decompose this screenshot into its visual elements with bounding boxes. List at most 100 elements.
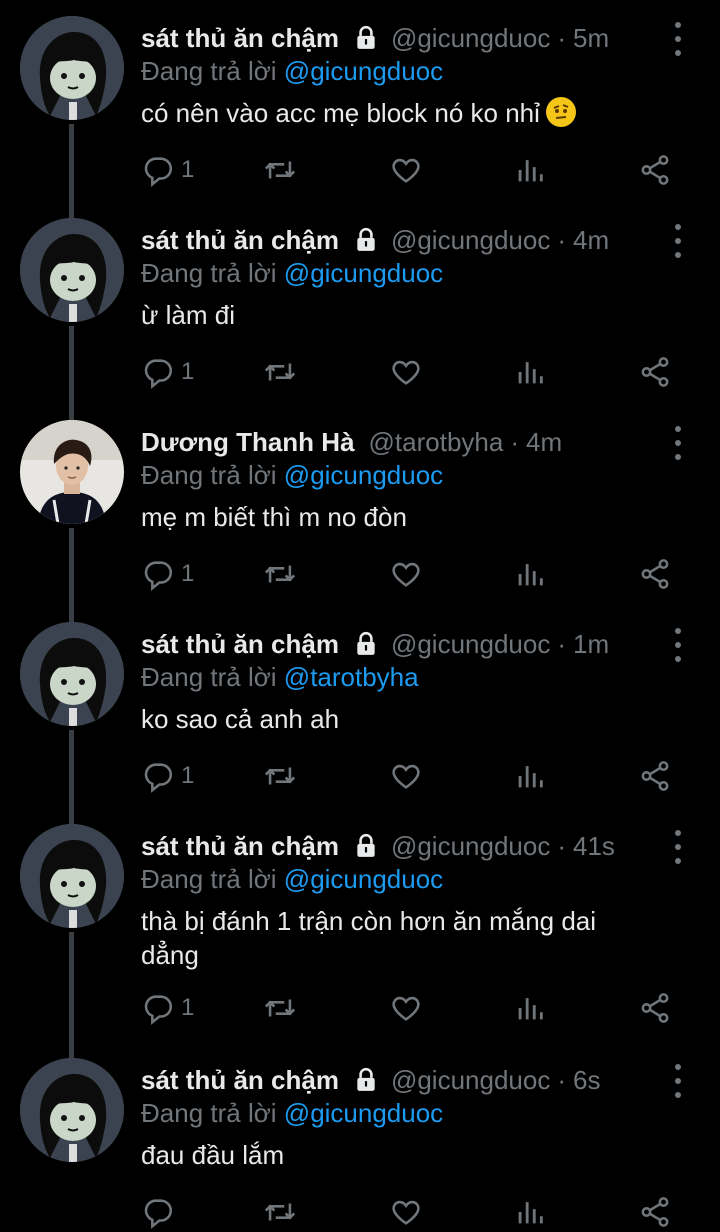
like-icon xyxy=(392,360,420,385)
timestamp[interactable]: 41s xyxy=(573,831,615,862)
handle[interactable]: @gicungduoc xyxy=(391,225,550,256)
reply-button[interactable] xyxy=(141,1192,181,1232)
analytics-button[interactable] xyxy=(513,988,547,1028)
mention-link[interactable]: @gicungduoc xyxy=(284,864,443,894)
analytics-button[interactable] xyxy=(513,150,547,190)
share-button[interactable] xyxy=(638,352,672,392)
replying-prefix: Đang trả lời xyxy=(141,662,277,692)
share-button[interactable] xyxy=(638,150,672,190)
display-name[interactable]: sát thủ ăn chậm xyxy=(141,1065,339,1096)
more-icon[interactable] xyxy=(664,830,692,864)
mention-link[interactable]: @gicungduoc xyxy=(284,460,443,490)
display-name[interactable]: sát thủ ăn chậm xyxy=(141,831,339,862)
analytics-button[interactable] xyxy=(513,1192,547,1232)
share-icon xyxy=(641,993,669,1023)
display-name[interactable]: Dương Thanh Hà xyxy=(141,427,355,458)
share-icon xyxy=(641,559,669,589)
tweet-actions: 1 xyxy=(141,352,686,392)
more-icon[interactable] xyxy=(664,1064,692,1098)
lock-icon xyxy=(357,631,375,655)
tweet[interactable]: sát thủ ăn chậm @gicungduoc · 6s Đang tr… xyxy=(0,1058,720,1232)
analytics-icon xyxy=(518,766,543,788)
tweet[interactable]: sát thủ ăn chậm @gicungduoc · 5m Đang tr… xyxy=(0,16,720,220)
retweet-button[interactable] xyxy=(263,554,297,594)
display-name[interactable]: sát thủ ăn chậm xyxy=(141,23,339,54)
reply-button[interactable]: 1 xyxy=(141,756,194,796)
analytics-icon xyxy=(518,362,543,384)
share-icon xyxy=(641,761,669,791)
like-button[interactable] xyxy=(389,756,423,796)
timestamp[interactable]: 5m xyxy=(573,23,609,54)
tweet[interactable]: sát thủ ăn chậm @gicungduoc · 41s Đang t… xyxy=(0,824,720,1062)
thread-line xyxy=(69,932,74,1062)
avatar-cartoon-image xyxy=(20,1058,124,1162)
tweet[interactable]: sát thủ ăn chậm @gicungduoc · 1m Đang tr… xyxy=(0,622,720,826)
analytics-button[interactable] xyxy=(513,756,547,796)
reply-button[interactable]: 1 xyxy=(141,352,194,392)
avatar[interactable] xyxy=(20,824,124,928)
retweet-button[interactable] xyxy=(263,756,297,796)
handle[interactable]: @gicungduoc xyxy=(391,23,550,54)
avatar[interactable] xyxy=(20,218,124,322)
separator-dot: · xyxy=(557,830,566,861)
reply-button[interactable]: 1 xyxy=(141,554,194,594)
retweet-button[interactable] xyxy=(263,988,297,1028)
timestamp[interactable]: 4m xyxy=(526,427,562,458)
timestamp[interactable]: 1m xyxy=(573,629,609,660)
separator-dot: · xyxy=(557,628,566,659)
tweet-actions: 1 xyxy=(141,756,686,796)
tweet[interactable]: Dương Thanh Hà @tarotbyha · 4m Đang trả … xyxy=(0,420,720,624)
retweet-icon xyxy=(264,1203,296,1221)
handle[interactable]: @gicungduoc xyxy=(391,1065,550,1096)
tweet-text: thà bị đánh 1 trận còn hơn ăn mắng dai d… xyxy=(141,906,597,970)
share-button[interactable] xyxy=(638,554,672,594)
like-button[interactable] xyxy=(389,150,423,190)
share-button[interactable] xyxy=(638,988,672,1028)
mention-link[interactable]: @gicungduoc xyxy=(284,56,443,86)
lock-icon xyxy=(357,227,375,251)
retweet-icon xyxy=(264,565,296,583)
share-button[interactable] xyxy=(638,756,672,796)
like-icon xyxy=(392,1200,420,1225)
avatar[interactable] xyxy=(20,1058,124,1162)
tweet-actions: 1 xyxy=(141,554,686,594)
handle[interactable]: @gicungduoc xyxy=(391,629,550,660)
timestamp[interactable]: 4m xyxy=(573,225,609,256)
avatar[interactable] xyxy=(20,622,124,726)
like-button[interactable] xyxy=(389,988,423,1028)
tweet[interactable]: sát thủ ăn chậm @gicungduoc · 4m Đang tr… xyxy=(0,218,720,422)
reply-count: 1 xyxy=(181,994,195,1021)
mention-link[interactable]: @tarotbyha xyxy=(284,662,419,692)
reply-icon xyxy=(144,1199,173,1229)
avatar[interactable] xyxy=(20,420,124,524)
more-icon[interactable] xyxy=(664,22,692,56)
display-name[interactable]: sát thủ ăn chậm xyxy=(141,629,339,660)
analytics-button[interactable] xyxy=(513,352,547,392)
retweet-button[interactable] xyxy=(263,1192,297,1232)
more-icon[interactable] xyxy=(664,224,692,258)
mention-link[interactable]: @gicungduoc xyxy=(284,1098,443,1128)
more-icon[interactable] xyxy=(664,628,692,662)
timestamp[interactable]: 6s xyxy=(573,1065,600,1096)
handle[interactable]: @tarotbyha xyxy=(369,427,504,458)
like-button[interactable] xyxy=(389,1192,423,1232)
separator-dot: · xyxy=(557,22,566,53)
reply-button[interactable]: 1 xyxy=(141,988,194,1028)
reply-button[interactable]: 1 xyxy=(141,150,194,190)
like-button[interactable] xyxy=(389,352,423,392)
tweet-header: sát thủ ăn chậm @gicungduoc · 6s xyxy=(141,1062,661,1098)
like-button[interactable] xyxy=(389,554,423,594)
share-button[interactable] xyxy=(638,1192,672,1232)
raised-eyebrow-emoji xyxy=(545,97,576,127)
avatar[interactable] xyxy=(20,16,124,120)
replying-prefix: Đang trả lời xyxy=(141,1098,277,1128)
retweet-icon xyxy=(264,161,296,179)
mention-link[interactable]: @gicungduoc xyxy=(284,258,443,288)
tweet-text: mẹ m biết thì m no đòn xyxy=(141,502,407,532)
retweet-button[interactable] xyxy=(263,150,297,190)
analytics-button[interactable] xyxy=(513,554,547,594)
display-name[interactable]: sát thủ ăn chậm xyxy=(141,225,339,256)
more-icon[interactable] xyxy=(664,426,692,460)
retweet-button[interactable] xyxy=(263,352,297,392)
handle[interactable]: @gicungduoc xyxy=(391,831,550,862)
